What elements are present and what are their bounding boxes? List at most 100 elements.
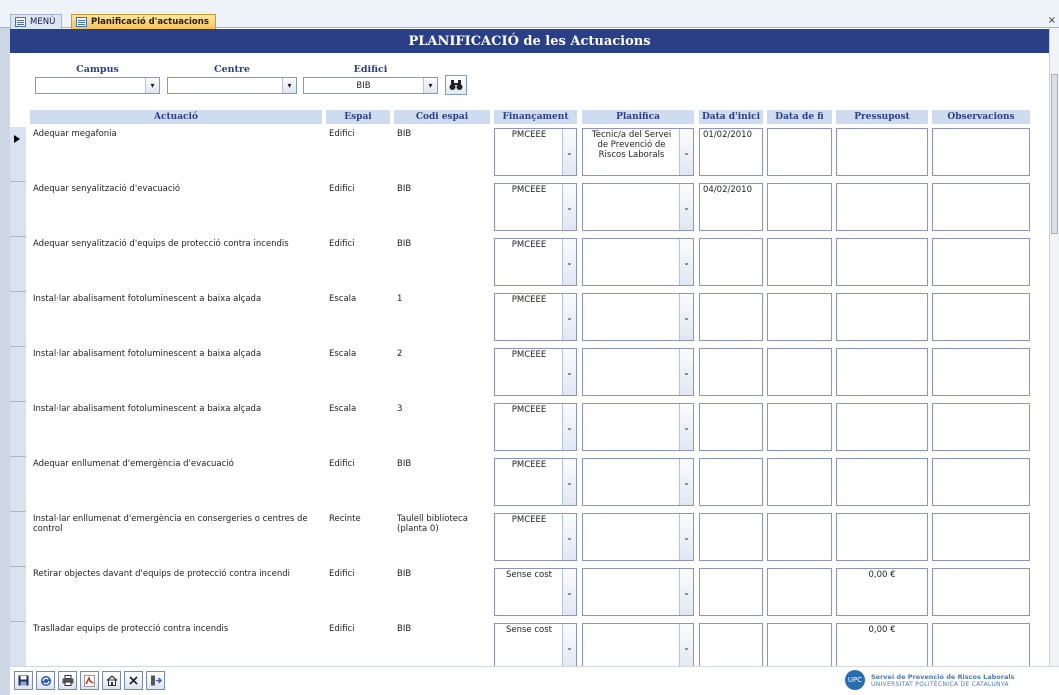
binoculars-icon[interactable] <box>445 75 467 95</box>
chevron-down-icon[interactable]: ⌄ <box>562 569 576 615</box>
cell-observacions[interactable] <box>932 403 1030 451</box>
cell-observacions[interactable] <box>932 568 1030 616</box>
cell-espai[interactable]: Edifici <box>326 623 390 671</box>
cell-planifica[interactable] <box>582 568 694 616</box>
chevron-down-icon[interactable]: ⌄ <box>562 459 576 505</box>
record-selector[interactable] <box>10 402 26 457</box>
tab-planificacio[interactable]: Planificació d'actuacions <box>71 14 216 29</box>
pdf-icon[interactable] <box>80 671 99 690</box>
chevron-down-icon[interactable]: ⌄ <box>679 459 693 505</box>
cell-codi[interactable]: 2 <box>394 348 490 396</box>
cell-codi[interactable]: 1 <box>394 293 490 341</box>
cell-actuacio[interactable]: Adequar megafonia <box>30 128 322 176</box>
chevron-down-icon[interactable]: ⌄ <box>679 569 693 615</box>
cell-observacions[interactable] <box>932 293 1030 341</box>
cell-observacions[interactable] <box>932 238 1030 286</box>
chevron-down-icon[interactable]: ⌄ <box>679 129 693 175</box>
chevron-down-icon[interactable]: ▾ <box>423 78 437 93</box>
cell-pressupost[interactable] <box>836 238 928 286</box>
chevron-down-icon[interactable]: ⌄ <box>562 349 576 395</box>
cell-observacions[interactable] <box>932 128 1030 176</box>
cell-actuacio[interactable]: Traslladar equips de protecció contra in… <box>30 623 322 671</box>
chevron-down-icon[interactable]: ▾ <box>145 78 159 93</box>
cell-espai[interactable]: Edifici <box>326 183 390 231</box>
cell-observacions[interactable] <box>932 183 1030 231</box>
cell-inici[interactable]: 01/02/2010 <box>699 128 763 176</box>
cell-pressupost[interactable] <box>836 293 928 341</box>
cell-codi[interactable]: BIB <box>394 128 490 176</box>
cell-pressupost[interactable] <box>836 403 928 451</box>
chevron-down-icon[interactable]: ⌄ <box>679 294 693 340</box>
cell-fi[interactable] <box>767 348 832 396</box>
cell-observacions[interactable] <box>932 458 1030 506</box>
record-selector[interactable] <box>10 127 26 182</box>
chevron-down-icon[interactable]: ⌄ <box>679 624 693 670</box>
cell-planifica[interactable] <box>582 403 694 451</box>
cell-fi[interactable] <box>767 513 832 561</box>
cell-actuacio[interactable]: Instal·lar enllumenat d'emergència en co… <box>30 513 322 561</box>
cell-actuacio[interactable]: Adequar enllumenat d'emergència d'evacua… <box>30 458 322 506</box>
centre-select[interactable]: ▾ <box>167 77 297 94</box>
cell-inici[interactable]: 04/02/2010 <box>699 183 763 231</box>
chevron-down-icon[interactable]: ⌄ <box>562 129 576 175</box>
cell-espai[interactable]: Escala <box>326 348 390 396</box>
cell-actuacio[interactable]: Instal·lar abalisament fotoluminescent a… <box>30 293 322 341</box>
cell-pressupost[interactable] <box>836 458 928 506</box>
cell-codi[interactable]: BIB <box>394 568 490 616</box>
cell-codi[interactable]: 3 <box>394 403 490 451</box>
cell-planifica[interactable] <box>582 458 694 506</box>
scrollbar-thumb[interactable] <box>1051 74 1058 234</box>
cell-inici[interactable] <box>699 568 763 616</box>
cell-planifica[interactable]: Tècnic/a del Servei de Prevenció de Risc… <box>582 128 694 176</box>
campus-select[interactable]: ▾ <box>35 77 160 94</box>
record-selector[interactable] <box>10 182 26 237</box>
cell-inici[interactable] <box>699 458 763 506</box>
cell-planifica[interactable] <box>582 513 694 561</box>
cell-espai[interactable]: Escala <box>326 403 390 451</box>
print-icon[interactable] <box>58 671 77 690</box>
cell-espai[interactable]: Escala <box>326 293 390 341</box>
cell-fi[interactable] <box>767 623 832 671</box>
edifici-select[interactable]: BIB ▾ <box>303 77 438 94</box>
cell-inici[interactable] <box>699 348 763 396</box>
cell-espai[interactable]: Edifici <box>326 568 390 616</box>
close-icon[interactable] <box>124 671 143 690</box>
cell-espai[interactable]: Recinte <box>326 513 390 561</box>
cell-actuacio[interactable]: Retirar objectes davant d'equips de prot… <box>30 568 322 616</box>
cell-codi[interactable]: BIB <box>394 623 490 671</box>
cell-observacions[interactable] <box>932 513 1030 561</box>
cell-pressupost[interactable] <box>836 348 928 396</box>
vertical-scrollbar[interactable] <box>1049 28 1059 666</box>
cell-inici[interactable] <box>699 293 763 341</box>
chevron-down-icon[interactable]: ⌄ <box>679 349 693 395</box>
cell-planifica[interactable] <box>582 348 694 396</box>
refresh-icon[interactable] <box>36 671 55 690</box>
cell-espai[interactable]: Edifici <box>326 128 390 176</box>
chevron-down-icon[interactable]: ⌄ <box>562 514 576 560</box>
cell-fi[interactable] <box>767 238 832 286</box>
cell-fi[interactable] <box>767 458 832 506</box>
cell-fi[interactable] <box>767 568 832 616</box>
chevron-down-icon[interactable]: ⌄ <box>679 514 693 560</box>
chevron-down-icon[interactable]: ⌄ <box>679 184 693 230</box>
cell-fi[interactable] <box>767 128 832 176</box>
cell-planifica[interactable] <box>582 238 694 286</box>
close-icon[interactable]: × <box>1048 15 1056 26</box>
cell-actuacio[interactable]: Adequar senyalització d'evacuació <box>30 183 322 231</box>
cell-pressupost[interactable]: 0,00 € <box>836 568 928 616</box>
chevron-down-icon[interactable]: ⌄ <box>679 239 693 285</box>
chevron-down-icon[interactable]: ⌄ <box>562 624 576 670</box>
cell-observacions[interactable] <box>932 348 1030 396</box>
exit-icon[interactable] <box>146 671 165 690</box>
chevron-down-icon[interactable]: ⌄ <box>562 239 576 285</box>
chevron-down-icon[interactable]: ⌄ <box>562 404 576 450</box>
cell-espai[interactable]: Edifici <box>326 458 390 506</box>
cell-fi[interactable] <box>767 293 832 341</box>
cell-fi[interactable] <box>767 403 832 451</box>
cell-inici[interactable] <box>699 403 763 451</box>
cell-pressupost[interactable] <box>836 513 928 561</box>
record-selector[interactable] <box>10 237 26 292</box>
chevron-down-icon[interactable]: ▾ <box>282 78 296 93</box>
cell-codi[interactable]: Taulell biblioteca (planta 0) <box>394 513 490 561</box>
cell-inici[interactable] <box>699 623 763 671</box>
